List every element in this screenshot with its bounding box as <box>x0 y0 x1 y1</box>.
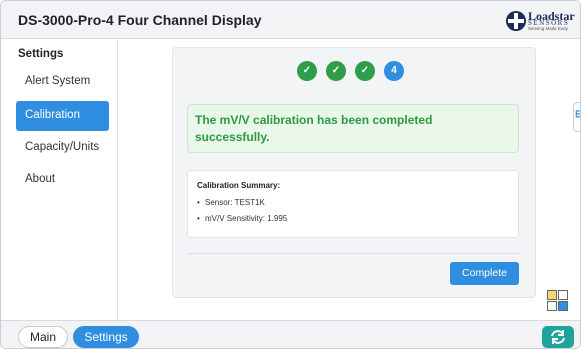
logo-mark-icon <box>506 11 526 31</box>
success-alert: The mV/V calibration has been completed … <box>187 104 519 153</box>
step-1-complete-icon: ✓ <box>297 61 317 81</box>
summary-item-text: mV/V Sensitivity: 1.995 <box>205 214 288 223</box>
step-3-complete-icon: ✓ <box>355 61 375 81</box>
sidebar-item-about[interactable]: About <box>16 165 109 195</box>
sidebar-item-label: Calibration <box>25 109 80 121</box>
app-title: DS-3000-Pro-4 Four Channel Display <box>18 12 262 28</box>
grid-cell <box>547 290 557 300</box>
bullet-icon: • <box>197 198 200 207</box>
settings-sidebar: Settings Alert System Calibration Capaci… <box>1 39 118 320</box>
refresh-icon <box>551 330 565 344</box>
grid-cell <box>558 301 568 311</box>
header-bar: DS-3000-Pro-4 Four Channel Display Loads… <box>1 1 580 39</box>
step-2-complete-icon: ✓ <box>326 61 346 81</box>
summary-item-text: Sensor: TEST1K <box>205 198 265 207</box>
sidebar-item-alert-system[interactable]: Alert System <box>16 67 109 97</box>
refresh-button[interactable] <box>542 326 574 348</box>
summary-title: Calibration Summary: <box>197 181 281 190</box>
main-button[interactable]: Main <box>18 326 68 348</box>
app-window: DS-3000-Pro-4 Four Channel Display Loads… <box>0 0 581 349</box>
loadstar-logo: Loadstar SENSORS Sensing Made Easy <box>506 9 578 33</box>
summary-item: • mV/V Sensitivity: 1.995 <box>197 214 287 223</box>
calibration-wizard-card: ✓ ✓ ✓ 4 The mV/V calibration has been co… <box>172 47 536 298</box>
side-panel-tab[interactable]: ⊟ <box>573 102 580 132</box>
expand-icon: ⊟ <box>575 109 580 120</box>
step-4-current: 4 <box>384 61 404 81</box>
footer-bar: Main Settings <box>1 320 580 348</box>
layout-grid-icon[interactable] <box>547 290 569 312</box>
success-message: The mV/V calibration has been completed … <box>195 113 433 144</box>
sidebar-item-calibration[interactable]: Calibration <box>16 101 109 131</box>
complete-button[interactable]: Complete <box>450 262 519 285</box>
sidebar-item-label: About <box>25 173 56 185</box>
grid-cell <box>547 301 557 311</box>
logo-tagline: Sensing Made Easy <box>528 26 569 31</box>
sidebar-item-label: Alert System <box>25 75 91 87</box>
bullet-icon: • <box>197 214 200 223</box>
sidebar-heading: Settings <box>18 48 64 60</box>
settings-button[interactable]: Settings <box>73 326 139 348</box>
sidebar-item-label: Capacity/Units <box>25 141 100 153</box>
main-content: ✓ ✓ ✓ 4 The mV/V calibration has been co… <box>119 39 580 320</box>
grid-cell <box>558 290 568 300</box>
summary-item: • Sensor: TEST1K <box>197 198 265 207</box>
divider <box>187 253 519 254</box>
calibration-summary: Calibration Summary: • Sensor: TEST1K • mV… <box>187 170 519 238</box>
sidebar-item-capacity-units[interactable]: Capacity/Units <box>16 133 109 163</box>
